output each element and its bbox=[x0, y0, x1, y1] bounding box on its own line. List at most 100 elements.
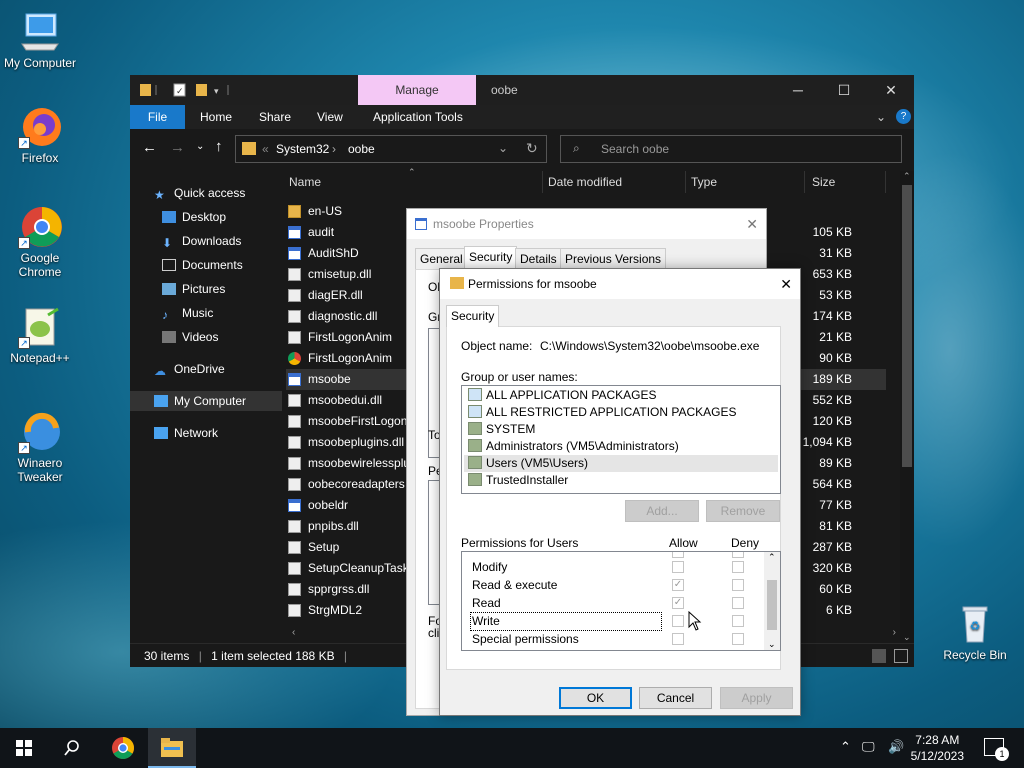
desktop-icon-recycle-bin[interactable]: ♻ Recycle Bin bbox=[935, 602, 1015, 662]
nav-item-videos[interactable]: Videos bbox=[162, 327, 218, 347]
permissions-list[interactable]: ⌃ ⌄ Modify Read & execute ✓ Read ✓ Write Speci… bbox=[461, 551, 781, 651]
allow-checkbox[interactable] bbox=[672, 561, 684, 573]
maximize-button[interactable]: ☐ bbox=[821, 75, 867, 105]
nav-item-downloads[interactable]: ⬇ Downloads bbox=[162, 231, 241, 251]
minimize-button[interactable]: ─ bbox=[775, 75, 821, 105]
show-hidden-icons-chevron-icon[interactable]: ⌃ bbox=[840, 739, 851, 755]
nav-item-network[interactable]: Network bbox=[154, 423, 218, 443]
group-list-item[interactable]: SYSTEM bbox=[464, 421, 778, 438]
nav-item-my-computer[interactable]: My Computer bbox=[130, 391, 282, 411]
deny-checkbox[interactable] bbox=[732, 597, 744, 609]
ribbon-expand-chevron-icon[interactable]: ⌄ bbox=[876, 110, 886, 124]
scrollbar-thumb[interactable] bbox=[902, 185, 912, 467]
group-list-item[interactable]: Administrators (VM5\Administrators) bbox=[464, 438, 778, 455]
manage-context-tab[interactable]: Manage bbox=[358, 75, 476, 105]
clock[interactable]: 7:28 AM 5/12/2023 bbox=[911, 732, 964, 764]
properties-close-button[interactable]: ✕ bbox=[746, 209, 758, 239]
tab-general[interactable]: General bbox=[415, 248, 468, 269]
address-overflow[interactable]: « bbox=[262, 142, 269, 156]
tab-security[interactable]: Security bbox=[446, 305, 500, 327]
windows-logo-icon bbox=[16, 740, 32, 756]
tab-details[interactable]: Details bbox=[515, 248, 562, 269]
desktop-icon-firefox[interactable]: ↗ Firefox bbox=[0, 105, 80, 165]
ribbon-tab-home[interactable]: Home bbox=[200, 110, 232, 124]
action-center-icon[interactable]: 1 bbox=[984, 738, 1009, 761]
up-arrow-icon[interactable]: ↑ bbox=[215, 138, 223, 155]
add-button[interactable]: Add... bbox=[625, 500, 699, 522]
scroll-right-icon[interactable]: › bbox=[893, 627, 896, 638]
nav-item-desktop[interactable]: Desktop bbox=[162, 207, 226, 227]
breadcrumb-system32[interactable]: System32 bbox=[276, 142, 329, 156]
nav-item-pictures[interactable]: Pictures bbox=[162, 279, 225, 299]
breadcrumb-oobe[interactable]: oobe bbox=[348, 142, 375, 156]
permissions-title-bar: Permissions for msoobe ✕ bbox=[440, 269, 800, 299]
search-box[interactable]: ⌕ Search oobe bbox=[560, 135, 902, 163]
group-user-list[interactable]: ALL APPLICATION PACKAGES ALL RESTRICTED A… bbox=[461, 385, 781, 494]
volume-icon[interactable]: 🔊 bbox=[888, 739, 904, 755]
permissions-close-button[interactable]: ✕ bbox=[780, 269, 792, 299]
dll-file-icon bbox=[288, 394, 301, 407]
desktop-icon-notepad-plus-plus[interactable]: ↗ Notepad++ bbox=[0, 305, 80, 365]
group-list-item[interactable]: TrustedInstaller bbox=[464, 472, 778, 489]
deny-checkbox[interactable] bbox=[732, 561, 744, 573]
ribbon-tab-file[interactable]: File bbox=[130, 105, 185, 129]
nav-item-music[interactable]: ♪ Music bbox=[162, 303, 213, 323]
allow-checkbox[interactable]: ✓ bbox=[672, 597, 684, 609]
scrollbar-thumb[interactable] bbox=[767, 580, 777, 630]
scroll-down-icon[interactable]: ⌄ bbox=[903, 632, 911, 643]
desktop-icon-my-computer[interactable]: My Computer bbox=[0, 10, 80, 70]
properties-title: msoobe Properties bbox=[433, 217, 534, 231]
desktop-icon-google-chrome[interactable]: ↗ Google Chrome bbox=[0, 205, 80, 279]
permissions-scrollbar[interactable]: ⌃ ⌄ bbox=[764, 552, 780, 650]
taskbar-file-explorer-button[interactable] bbox=[148, 728, 196, 768]
column-header-type[interactable]: Type bbox=[689, 171, 805, 193]
details-view-icon[interactable] bbox=[872, 649, 886, 663]
tab-previous-versions[interactable]: Previous Versions bbox=[560, 248, 667, 269]
scroll-up-icon[interactable]: ⌃ bbox=[903, 171, 911, 182]
ok-button[interactable]: OK bbox=[559, 687, 632, 709]
cancel-button[interactable]: Cancel bbox=[639, 687, 712, 709]
quick-access-toolbar-icons[interactable]: ✓ ▾ bbox=[140, 83, 240, 97]
group-list-item[interactable]: Users (VM5\Users) bbox=[464, 455, 778, 472]
network-status-icon[interactable]: 🖵 bbox=[862, 739, 875, 755]
group-list-item[interactable]: ALL APPLICATION PACKAGES bbox=[464, 387, 778, 404]
group-list-item[interactable]: ALL RESTRICTED APPLICATION PACKAGES bbox=[464, 404, 778, 421]
deny-checkbox[interactable] bbox=[732, 633, 744, 645]
scroll-left-icon[interactable]: ‹ bbox=[292, 627, 295, 638]
allow-checkbox[interactable]: ✓ bbox=[672, 579, 684, 591]
recent-locations-chevron-icon[interactable]: ⌄ bbox=[196, 141, 204, 152]
scroll-up-icon[interactable]: ⌃ bbox=[768, 552, 776, 563]
tab-security[interactable]: Security bbox=[464, 246, 518, 269]
deny-checkbox[interactable] bbox=[732, 552, 744, 558]
folder-icon bbox=[242, 142, 256, 155]
large-icons-view-icon[interactable] bbox=[894, 649, 908, 663]
remove-button[interactable]: Remove bbox=[706, 500, 780, 522]
scroll-down-icon[interactable]: ⌄ bbox=[768, 639, 776, 650]
deny-checkbox[interactable] bbox=[732, 579, 744, 591]
ribbon-tab-application-tools[interactable]: Application Tools bbox=[373, 110, 463, 124]
allow-checkbox[interactable] bbox=[672, 552, 684, 558]
close-button[interactable]: ✕ bbox=[868, 75, 914, 105]
address-dropdown-chevron-icon[interactable]: ⌄ bbox=[498, 141, 508, 155]
start-button[interactable] bbox=[0, 728, 48, 768]
allow-checkbox[interactable] bbox=[672, 615, 684, 627]
ribbon-tab-share[interactable]: Share bbox=[259, 110, 291, 124]
nav-item-documents[interactable]: Documents bbox=[162, 255, 243, 275]
refresh-icon[interactable]: ↻ bbox=[526, 140, 538, 157]
taskbar-chrome-button[interactable] bbox=[99, 728, 147, 768]
forward-arrow-icon[interactable]: → bbox=[170, 139, 185, 156]
nav-item-onedrive[interactable]: ☁ OneDrive bbox=[154, 359, 225, 379]
desktop-icon-winaero-tweaker[interactable]: ↗ Winaero Tweaker bbox=[0, 410, 80, 484]
nav-item-quick-access[interactable]: ★ Quick access bbox=[154, 183, 245, 203]
allow-checkbox[interactable] bbox=[672, 633, 684, 645]
help-icon[interactable]: ? bbox=[896, 109, 911, 124]
back-arrow-icon[interactable]: ← bbox=[142, 139, 157, 156]
ribbon-tab-view[interactable]: View bbox=[317, 110, 343, 124]
deny-checkbox[interactable] bbox=[732, 615, 744, 627]
apply-button[interactable]: Apply bbox=[720, 687, 793, 709]
column-header-size[interactable]: Size bbox=[810, 171, 886, 193]
column-header-date[interactable]: Date modified bbox=[546, 171, 686, 193]
search-button[interactable] bbox=[48, 728, 96, 768]
vertical-scrollbar[interactable]: ⌃ ⌄ bbox=[900, 171, 914, 643]
address-bar[interactable]: « System32 › oobe ⌄ ↻ bbox=[235, 135, 547, 163]
